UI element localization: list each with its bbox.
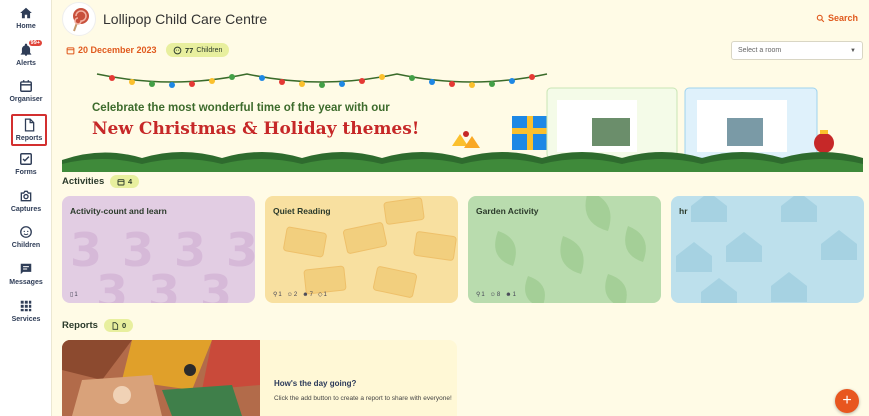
people-icon: ☻	[505, 291, 512, 298]
current-date: 20 December 2023	[66, 45, 157, 55]
activity-card-title: Quiet Reading	[273, 206, 331, 216]
craft-photo-illustration	[62, 340, 260, 416]
sidebar-item-children[interactable]: Children	[4, 225, 48, 259]
child-face-icon: ☺	[286, 291, 293, 298]
sidebar-item-label: Children	[11, 242, 41, 249]
reports-title: Reports	[62, 320, 98, 331]
activity-card-meta: ▯ 1	[70, 291, 78, 299]
child-face-icon	[173, 46, 182, 54]
location-pin-icon: ⚲	[476, 292, 481, 298]
sidebar-item-label: Messages	[9, 279, 43, 286]
meta-count: 8	[496, 291, 501, 298]
add-button[interactable]: +	[835, 389, 859, 413]
reports-empty-photo	[62, 340, 260, 416]
grid-icon	[20, 300, 32, 312]
child-face-icon	[20, 226, 32, 238]
activity-card[interactable]: hr	[671, 196, 864, 303]
sidebar-item-label: Forms	[15, 169, 37, 176]
room-select[interactable]: Select a room ▼	[731, 41, 863, 60]
sidebar-item-messages[interactable]: Messages	[4, 262, 48, 296]
sidebar-item-label: Alerts	[16, 60, 36, 67]
children-label: Children	[196, 46, 223, 54]
search-icon	[816, 14, 825, 22]
meta-count: 1	[278, 291, 282, 298]
svg-text:3: 3	[96, 265, 128, 303]
meta-count: 1	[74, 291, 78, 298]
calendar-icon	[66, 46, 75, 54]
lollipop-logo-icon	[73, 8, 89, 32]
plus-icon: +	[842, 392, 852, 409]
sidebar-item-services[interactable]: Services	[4, 299, 48, 333]
sidebar-item-forms[interactable]: Forms	[4, 152, 48, 186]
sidebar-item-organiser[interactable]: Organiser	[4, 79, 48, 113]
activity-card[interactable]: 3333 333 Activity-count and learn ▯ 1	[62, 196, 255, 303]
activities-title: Activities	[62, 176, 105, 187]
card-pattern	[676, 196, 857, 303]
chevron-down-icon: ▼	[850, 47, 856, 54]
room-select-placeholder: Select a room	[738, 47, 782, 54]
centre-logo	[62, 2, 96, 36]
search-button[interactable]: Search	[816, 13, 858, 23]
activity-card[interactable]: Quiet Reading ⚲ 1 ☺ 2 ☻ 7 ◇ 1	[265, 196, 458, 303]
children-count-pill[interactable]: 77 Children	[166, 43, 230, 57]
home-icon	[20, 7, 32, 19]
sidebar-item-label: Home	[16, 23, 36, 30]
children-count: 77	[185, 45, 194, 55]
camera-icon	[20, 190, 32, 202]
calendar-icon	[117, 178, 125, 185]
reports-count-pill: 0	[104, 319, 134, 332]
sidebar-item-reports[interactable]: Reports	[11, 114, 47, 146]
app-title: Lollipop Child Care Centre	[103, 11, 268, 27]
activity-card-title: hr	[679, 206, 688, 216]
sidebar-item-label: Captures	[10, 206, 42, 213]
calendar-icon	[20, 80, 32, 92]
search-label: Search	[828, 13, 859, 23]
activity-card-meta: ⚲ 1 ☺ 2 ☻ 7 ◇ 1	[273, 291, 327, 299]
meta-count: 7	[309, 291, 313, 298]
activities-count: 4	[128, 177, 133, 186]
meta-count: 1	[512, 291, 516, 298]
sidebar-item-home[interactable]: Home	[4, 6, 48, 40]
child-face-icon: ☺	[489, 291, 496, 298]
meta-count: 2	[293, 291, 298, 298]
activity-card-title: Garden Activity	[476, 206, 539, 216]
sidebar: Home 99+ Alerts Organiser Reports Forms …	[0, 0, 52, 416]
checkbox-icon	[20, 153, 32, 165]
sidebar-item-captures[interactable]: Captures	[4, 189, 48, 223]
banner-headline: New Christmas & Holiday themes!	[92, 119, 420, 139]
tag-icon: ◇	[317, 292, 323, 298]
sidebar-item-alerts[interactable]: 99+ Alerts	[4, 40, 48, 77]
svg-text:3: 3	[200, 265, 232, 303]
alerts-badge: 99+	[28, 40, 42, 46]
message-icon	[20, 263, 32, 275]
svg-text:3: 3	[148, 265, 180, 303]
activities-count-pill: 4	[110, 175, 140, 188]
location-pin-icon: ⚲	[273, 292, 278, 298]
activity-card-title: Activity-count and learn	[70, 206, 167, 216]
activity-card-meta: ⚲ 1 ☺ 8 ☻ 1	[476, 291, 516, 299]
reports-empty-title: How's the day going?	[274, 379, 357, 388]
date-text: 20 December 2023	[78, 45, 157, 55]
activity-card[interactable]: Garden Activity ⚲ 1 ☺ 8 ☻ 1	[468, 196, 661, 303]
document-icon	[24, 118, 35, 132]
reports-count: 0	[122, 321, 127, 330]
meta-count: 1	[481, 291, 485, 298]
sidebar-item-label: Reports	[15, 135, 43, 142]
reports-empty-card	[62, 340, 457, 416]
reports-empty-text: Click the add button to create a report …	[274, 395, 452, 402]
holiday-themes-banner[interactable]: Celebrate the most wonderful time of the…	[62, 68, 863, 172]
document-icon	[112, 321, 119, 330]
banner-subtitle: Celebrate the most wonderful time of the…	[92, 102, 390, 114]
meta-count: 1	[323, 291, 327, 298]
sidebar-item-label: Services	[11, 316, 41, 323]
people-icon: ☻	[302, 291, 309, 298]
sidebar-item-label: Organiser	[9, 96, 43, 103]
document-icon: ▯	[70, 292, 74, 298]
